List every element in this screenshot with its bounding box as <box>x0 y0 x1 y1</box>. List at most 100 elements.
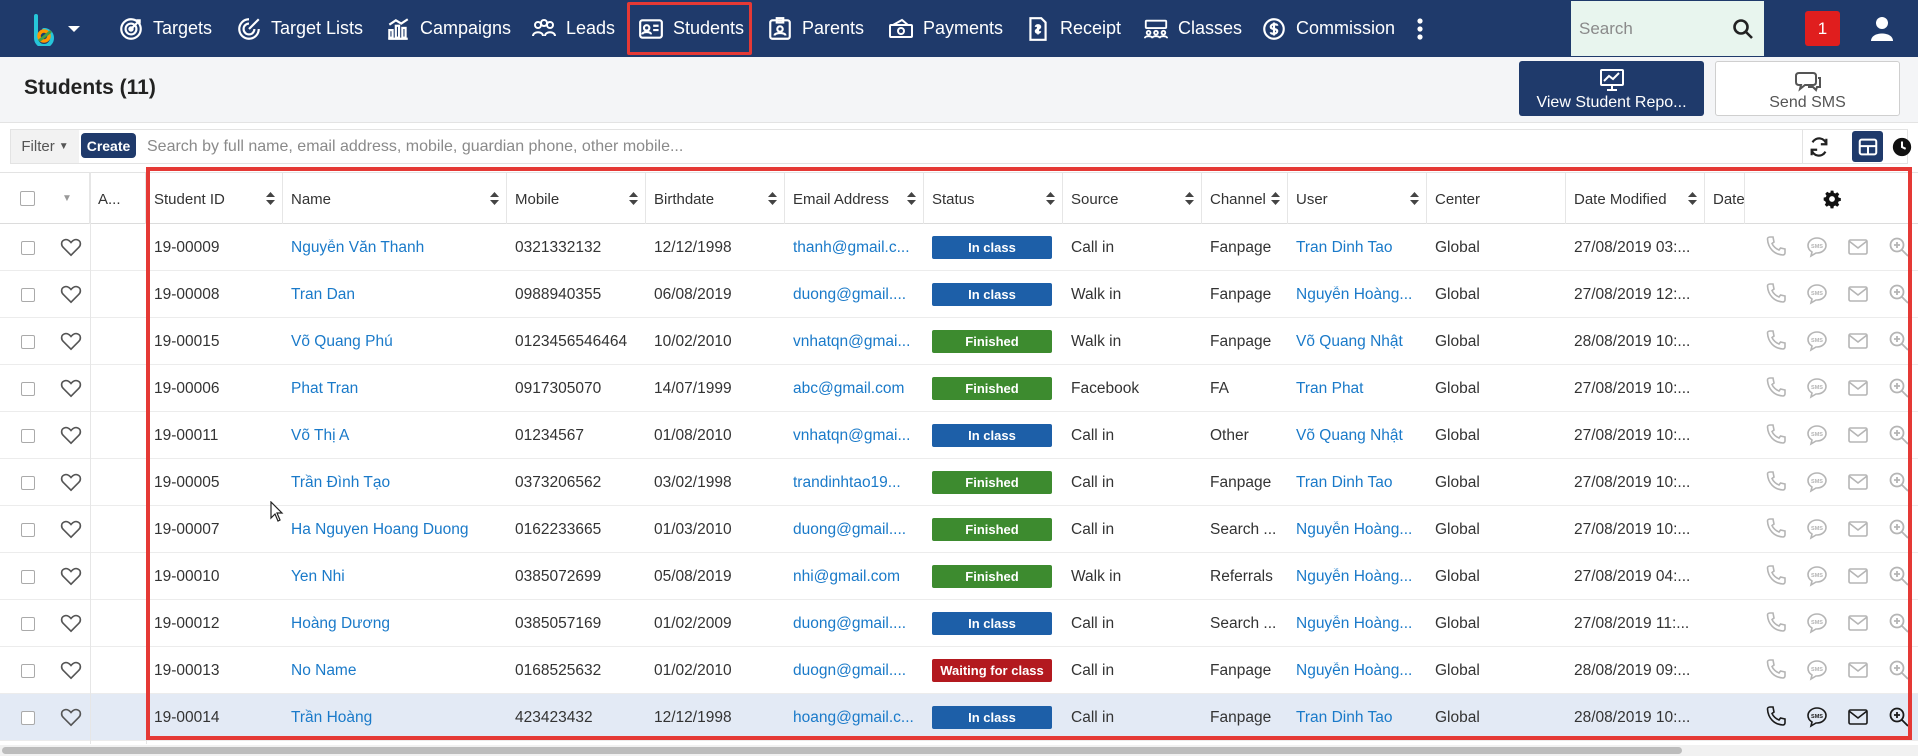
zoom-in-icon[interactable] <box>1887 564 1911 588</box>
email-icon[interactable] <box>1846 329 1870 353</box>
header-student-id[interactable]: Student ID <box>146 173 283 225</box>
table-row[interactable]: 19-00008 Tran Dan 0988940355 06/08/2019 duon… <box>0 271 1918 318</box>
favorite-heart-icon[interactable] <box>60 331 82 351</box>
table-row[interactable]: 19-00005 Trần Đình Tạo 0373206562 03/02/199… <box>0 459 1918 506</box>
nav-item-campaigns[interactable]: Campaigns <box>385 0 511 57</box>
cell-email[interactable]: duong@gmail.... <box>785 506 924 553</box>
user-text[interactable]: Nguyễn Hoàng... <box>1296 568 1420 586</box>
cell-user[interactable]: Nguyễn Hoàng... <box>1288 506 1427 553</box>
email-text[interactable]: duong@gmail.... <box>793 286 914 304</box>
phone-icon[interactable] <box>1764 517 1788 541</box>
row-checkbox[interactable] <box>21 429 35 443</box>
gear-icon[interactable] <box>1822 189 1842 209</box>
table-row[interactable]: 19-00007 Ha Nguyen Hoang Duong 0162233665 0… <box>0 506 1918 553</box>
name-text[interactable]: Phat Tran <box>291 380 366 398</box>
phone-icon[interactable] <box>1764 470 1788 494</box>
row-checkbox[interactable] <box>21 523 35 537</box>
sms-icon[interactable]: SMS <box>1805 658 1829 682</box>
email-icon[interactable] <box>1846 470 1870 494</box>
cell-user[interactable]: Tran Dinh Tao <box>1288 224 1427 271</box>
name-text[interactable]: Võ Quang Phú <box>291 333 401 351</box>
cell-name[interactable]: No Name <box>283 647 507 694</box>
row-checkbox[interactable] <box>21 476 35 490</box>
header-birthdate[interactable]: Birthdate <box>646 173 785 225</box>
cell-user[interactable]: Nguyễn Hoàng... <box>1288 647 1427 694</box>
nav-item-parents[interactable]: Parents <box>767 0 864 57</box>
email-text[interactable]: duogn@gmail.... <box>793 662 914 680</box>
sms-icon[interactable]: SMS <box>1805 235 1829 259</box>
phone-icon[interactable] <box>1764 564 1788 588</box>
favorite-heart-icon[interactable] <box>60 613 82 633</box>
cell-email[interactable]: vnhatqn@gmai... <box>785 318 924 365</box>
favorite-heart-icon[interactable] <box>60 237 82 257</box>
user-text[interactable]: Nguyễn Hoàng... <box>1296 662 1420 680</box>
email-text[interactable]: thanh@gmail.c... <box>793 239 918 257</box>
favorite-heart-icon[interactable] <box>60 378 82 398</box>
table-row[interactable]: 19-00015 Võ Quang Phú 0123456546464 10/02/2… <box>0 318 1918 365</box>
name-text[interactable]: Trần Hoàng <box>291 709 380 727</box>
cell-name[interactable]: Tran Dan <box>283 271 507 318</box>
header-center[interactable]: Center <box>1427 173 1566 225</box>
cell-user[interactable]: Tran Phat <box>1288 365 1427 412</box>
zoom-in-icon[interactable] <box>1887 470 1911 494</box>
email-text[interactable]: vnhatqn@gmai... <box>793 333 918 351</box>
email-icon[interactable] <box>1846 235 1870 259</box>
favorite-heart-icon[interactable] <box>60 425 82 445</box>
history-button[interactable] <box>1885 130 1918 163</box>
email-icon[interactable] <box>1846 517 1870 541</box>
cell-email[interactable]: thanh@gmail.c... <box>785 224 924 271</box>
send-sms-button[interactable]: Send SMS <box>1715 61 1900 116</box>
zoom-in-icon[interactable] <box>1887 376 1911 400</box>
name-text[interactable]: Ha Nguyen Hoang Duong <box>291 521 477 539</box>
user-text[interactable]: Tran Dinh Tao <box>1296 239 1401 257</box>
phone-icon[interactable] <box>1764 235 1788 259</box>
cell-user[interactable]: Võ Quang Nhật <box>1288 412 1427 459</box>
grid-view-button[interactable] <box>1852 131 1883 162</box>
cell-user[interactable]: Nguyễn Hoàng... <box>1288 271 1427 318</box>
header-name[interactable]: Name <box>283 173 507 225</box>
zoom-in-icon[interactable] <box>1887 611 1911 635</box>
table-row[interactable]: 19-00006 Phat Tran 0917305070 14/07/1999 abc… <box>0 365 1918 412</box>
header-source[interactable]: Source <box>1063 173 1202 225</box>
table-row[interactable]: 19-00011 Võ Thị A 01234567 01/08/2010 vnhatq… <box>0 412 1918 459</box>
phone-icon[interactable] <box>1764 376 1788 400</box>
nav-item-targets[interactable]: Targets <box>118 0 212 57</box>
row-checkbox[interactable] <box>21 570 35 584</box>
name-text[interactable]: Tran Dan <box>291 286 363 304</box>
header-status[interactable]: Status <box>924 173 1063 225</box>
email-text[interactable]: duong@gmail.... <box>793 615 914 633</box>
phone-icon[interactable] <box>1764 329 1788 353</box>
table-row[interactable]: 19-00010 Yen Nhi 0385072699 05/08/2019 nhi@g… <box>0 553 1918 600</box>
favorite-heart-icon[interactable] <box>60 519 82 539</box>
table-row[interactable]: 19-00012 Hoàng Dương 0385057169 01/02/2009 d… <box>0 600 1918 647</box>
cell-name[interactable]: Hoàng Dương <box>283 600 507 647</box>
header-assigned[interactable]: A... <box>90 173 146 225</box>
email-text[interactable]: abc@gmail.com <box>793 380 912 398</box>
sms-icon[interactable]: SMS <box>1805 282 1829 306</box>
user-text[interactable]: Tran Dinh Tao <box>1296 709 1401 727</box>
email-text[interactable]: hoang@gmail.c... <box>793 709 922 727</box>
email-icon[interactable] <box>1846 658 1870 682</box>
cell-name[interactable]: Phat Tran <box>283 365 507 412</box>
nav-item-classes[interactable]: Classes <box>1143 0 1242 57</box>
cell-email[interactable]: duong@gmail.... <box>785 600 924 647</box>
sms-icon[interactable]: SMS <box>1805 329 1829 353</box>
zoom-in-icon[interactable] <box>1887 329 1911 353</box>
cell-name[interactable]: Ha Nguyen Hoang Duong <box>283 506 507 553</box>
view-student-report-button[interactable]: View Student Repo... <box>1519 61 1704 116</box>
user-text[interactable]: Võ Quang Nhật <box>1296 333 1411 351</box>
phone-icon[interactable] <box>1764 705 1788 729</box>
cell-user[interactable]: Tran Dinh Tao <box>1288 459 1427 506</box>
zoom-in-icon[interactable] <box>1887 658 1911 682</box>
cell-email[interactable]: hoang@gmail.c... <box>785 694 924 741</box>
email-icon[interactable] <box>1846 423 1870 447</box>
cell-email[interactable]: duong@gmail.... <box>785 271 924 318</box>
cell-user[interactable]: Nguyễn Hoàng... <box>1288 553 1427 600</box>
user-text[interactable]: Tran Phat <box>1296 380 1372 398</box>
phone-icon[interactable] <box>1764 611 1788 635</box>
user-text[interactable]: Nguyễn Hoàng... <box>1296 286 1420 304</box>
email-icon[interactable] <box>1846 564 1870 588</box>
filter-dropdown-button[interactable]: Filter ▼ <box>11 130 79 163</box>
sms-icon[interactable]: SMS <box>1805 517 1829 541</box>
cell-email[interactable]: nhi@gmail.com <box>785 553 924 600</box>
